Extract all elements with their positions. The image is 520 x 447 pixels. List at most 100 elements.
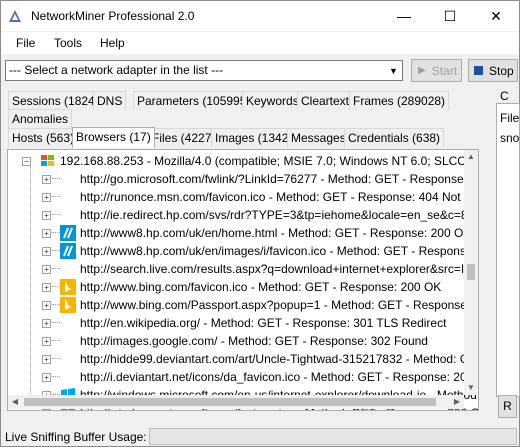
tree-item-row[interactable]: + http://en.wikipedia.org/ - Method: GET …: [8, 314, 468, 332]
right-panel-list[interactable]: File sno: [496, 103, 520, 397]
buffer-usage-progress: [149, 428, 517, 445]
hp-icon: [60, 243, 76, 259]
browsers-tree[interactable]: − 192.168.88.253 - Mozilla/4.0 (compatib…: [7, 149, 479, 411]
tab-hosts[interactable]: Hosts (563): [8, 128, 79, 147]
tab-cleartext[interactable]: Cleartext: [297, 91, 354, 110]
maximize-icon: ☐: [443, 7, 457, 24]
tree-item-row[interactable]: + http://www8.hp.com/uk/en/home.html - Me…: [8, 224, 472, 242]
collapse-icon[interactable]: −: [22, 157, 31, 166]
tree-item-label: http://www8.hp.com/uk/en/home.html - Met…: [80, 226, 472, 240]
tree-item-row[interactable]: + http://images.google.com/ - Method: GET…: [8, 332, 468, 350]
tree-item-label: http://go.microsoft.com/fwlink/?LinkId=7…: [80, 172, 479, 186]
start-button[interactable]: ▶ Start: [411, 59, 462, 82]
bing-icon: [60, 297, 76, 313]
title-bar: NetworkMiner Professional 2.0 — ☐ ✕: [1, 1, 519, 31]
tab-browsers[interactable]: Browsers (17): [72, 127, 155, 148]
tree-item-label: http://search.live.com/results.aspx?q=do…: [80, 262, 479, 276]
play-icon: ▶: [418, 65, 426, 76]
expand-icon[interactable]: +: [42, 211, 51, 220]
scroll-left-icon[interactable]: ◀: [8, 395, 22, 409]
tab-credentials[interactable]: Credentials (638): [344, 128, 445, 147]
tree-item-label: http://runonce.msn.com/favicon.ico - Met…: [80, 190, 479, 204]
tree-vertical-scrollbar[interactable]: ▲ ▼: [464, 150, 478, 395]
menu-bar: File Tools Help: [1, 32, 519, 54]
close-button[interactable]: ✕: [473, 1, 519, 31]
hp-icon: [60, 225, 76, 241]
tree-connector: [52, 304, 60, 306]
expand-icon[interactable]: +: [42, 265, 51, 274]
tree-horizontal-scrollbar[interactable]: ◀ ▶: [8, 395, 464, 409]
tree-item-row[interactable]: + http://go.microsoft.com/fwlink/?LinkId=…: [8, 170, 478, 188]
scroll-right-icon[interactable]: ▶: [450, 395, 464, 409]
tree-connector: [52, 232, 60, 234]
tree-connector: [52, 286, 60, 288]
tree-connector: [52, 214, 60, 216]
expand-icon[interactable]: +: [42, 301, 51, 310]
networkminer-app-icon: [9, 10, 21, 22]
stop-icon: [474, 66, 483, 75]
tree-connector: [52, 322, 60, 324]
tree-item-label: http://www.bing.com/favicon.ico - Method…: [80, 280, 442, 294]
menu-file[interactable]: File: [16, 36, 35, 50]
expand-icon[interactable]: +: [42, 337, 51, 346]
right-panel-button[interactable]: R: [498, 395, 517, 418]
scrollbar-thumb[interactable]: [467, 264, 475, 280]
tree-item-row[interactable]: + http://hidde99.deviantart.com/art/Uncle…: [8, 350, 478, 368]
main-window: NetworkMiner Professional 2.0 — ☐ ✕ File…: [0, 0, 520, 447]
expand-icon[interactable]: +: [42, 283, 51, 292]
tree-item-row[interactable]: + http://www.bing.com/favicon.ico - Metho…: [8, 278, 468, 296]
right-panel-item-file: File: [500, 111, 520, 125]
tree-item-row[interactable]: + http://search.live.com/results.aspx?q=d…: [8, 260, 478, 278]
tab-anomalies[interactable]: Anomalies: [8, 109, 73, 128]
tree-item-row[interactable]: + http://ie.redirect.hp.com/svs/rdr?TYPE=…: [8, 206, 478, 224]
tab-keywords[interactable]: Keywords: [242, 91, 303, 110]
close-icon: ✕: [490, 7, 502, 24]
tree-item-row[interactable]: + http://i.deviantart.net/icons/da_favico…: [8, 368, 478, 386]
tab-frames[interactable]: Frames (289028): [349, 91, 450, 110]
tree-item-row[interactable]: + http://runonce.msn.com/favicon.ico - Me…: [8, 188, 478, 206]
expand-icon[interactable]: +: [42, 355, 51, 364]
expand-icon[interactable]: +: [42, 175, 51, 184]
scroll-down-icon[interactable]: ▼: [464, 381, 478, 395]
expand-icon[interactable]: +: [42, 193, 51, 202]
buffer-usage-label: Live Sniffing Buffer Usage:: [5, 430, 147, 444]
tab-parameters[interactable]: Parameters (105995): [133, 91, 255, 110]
tree-item-label: http://hidde99.deviantart.com/art/Uncle-…: [80, 352, 479, 366]
tree-item-label: http://www8.hp.com/uk/en/images/i/favico…: [80, 244, 479, 258]
window-title: NetworkMiner Professional 2.0: [31, 9, 195, 23]
tree-item-label: http://en.wikipedia.org/ - Method: GET -…: [80, 316, 447, 330]
tree-root-row[interactable]: − 192.168.88.253 - Mozilla/4.0 (compatib…: [8, 152, 478, 170]
tree-connector: [52, 268, 60, 270]
expand-icon[interactable]: +: [42, 409, 51, 410]
expand-icon[interactable]: +: [42, 247, 51, 256]
tree-connector: [52, 358, 60, 360]
stop-label: Stop: [489, 63, 514, 78]
start-label: Start: [431, 63, 458, 78]
tab-sessions[interactable]: Sessions (1824): [8, 91, 103, 110]
stop-button[interactable]: Stop: [468, 59, 518, 82]
minimize-icon: —: [397, 8, 411, 24]
tree-connector: [52, 340, 60, 342]
minimize-button[interactable]: —: [381, 1, 427, 31]
network-adapter-select[interactable]: --- Select a network adapter in the list…: [5, 60, 403, 81]
maximize-button[interactable]: ☐: [427, 1, 473, 31]
tree-item-row[interactable]: + http://www8.hp.com/uk/en/images/i/favic…: [8, 242, 478, 260]
chevron-down-icon[interactable]: ▼: [385, 61, 402, 80]
scroll-up-icon[interactable]: ▲: [464, 150, 478, 164]
menu-tools[interactable]: Tools: [54, 36, 82, 50]
tab-files[interactable]: Files (4227): [148, 128, 220, 147]
right-panel-tab[interactable]: C: [500, 89, 509, 103]
network-adapter-value: --- Select a network adapter in the list…: [9, 63, 224, 77]
expand-icon[interactable]: +: [42, 373, 51, 382]
tree-connector: [52, 178, 60, 180]
menu-help[interactable]: Help: [100, 36, 125, 50]
tab-messages[interactable]: Messages: [287, 128, 350, 147]
tree-connector: [52, 196, 60, 198]
tab-images[interactable]: Images (1342): [211, 128, 297, 147]
horizontal-scrollbar-thumb[interactable]: [24, 398, 436, 406]
status-bar: Live Sniffing Buffer Usage:: [1, 425, 519, 446]
expand-icon[interactable]: +: [42, 229, 51, 238]
tab-dns[interactable]: DNS: [93, 91, 127, 110]
expand-icon[interactable]: +: [42, 319, 51, 328]
tree-item-row[interactable]: + http://www.bing.com/Passport.aspx?popup…: [8, 296, 478, 314]
